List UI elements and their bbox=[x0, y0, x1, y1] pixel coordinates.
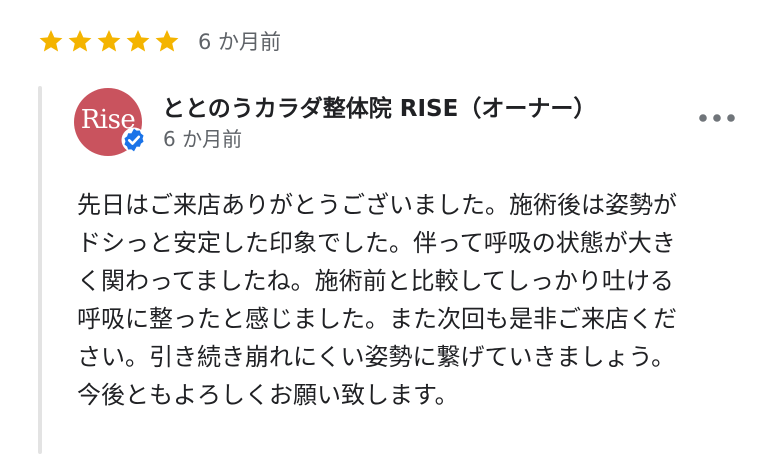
owner-reply-time: 6 か月前 bbox=[163, 127, 243, 151]
star-icon bbox=[67, 28, 93, 54]
more-horizontal-icon bbox=[699, 114, 735, 122]
owner-reply-text: 先日はご来店ありがとうございました。施術後は姿勢が ドシっと安定した印象でした。… bbox=[77, 186, 739, 414]
verified-check-icon bbox=[121, 127, 147, 153]
review-time: 6 か月前 bbox=[198, 30, 282, 54]
star-icon bbox=[154, 28, 180, 54]
reply-line: く関わってましたね。施術前と比較してしっかり吐ける bbox=[77, 267, 674, 295]
reply-line: さい。引き続き崩れにくい姿勢に繋げていきましょう。 bbox=[77, 343, 676, 371]
review-header: 6 か月前 bbox=[38, 26, 281, 56]
owner-name[interactable]: ととのうカラダ整体院 RISE（オーナー） bbox=[162, 89, 596, 123]
reply-line: ドシっと安定した印象でした。伴って呼吸の状態が大き bbox=[77, 229, 676, 257]
reply-line: 今後ともよろしくお願い致します。 bbox=[77, 381, 459, 409]
star-icon bbox=[125, 28, 151, 54]
more-options-button[interactable] bbox=[696, 106, 738, 130]
star-icon bbox=[96, 28, 122, 54]
reply-line: 呼吸に整ったと感じました。また次回も是非ご来店くだ bbox=[77, 305, 677, 333]
reply-line: 先日はご来店ありがとうございました。施術後は姿勢が bbox=[77, 191, 677, 219]
reply-divider bbox=[38, 86, 42, 454]
star-rating bbox=[38, 28, 180, 54]
star-icon bbox=[38, 28, 64, 54]
